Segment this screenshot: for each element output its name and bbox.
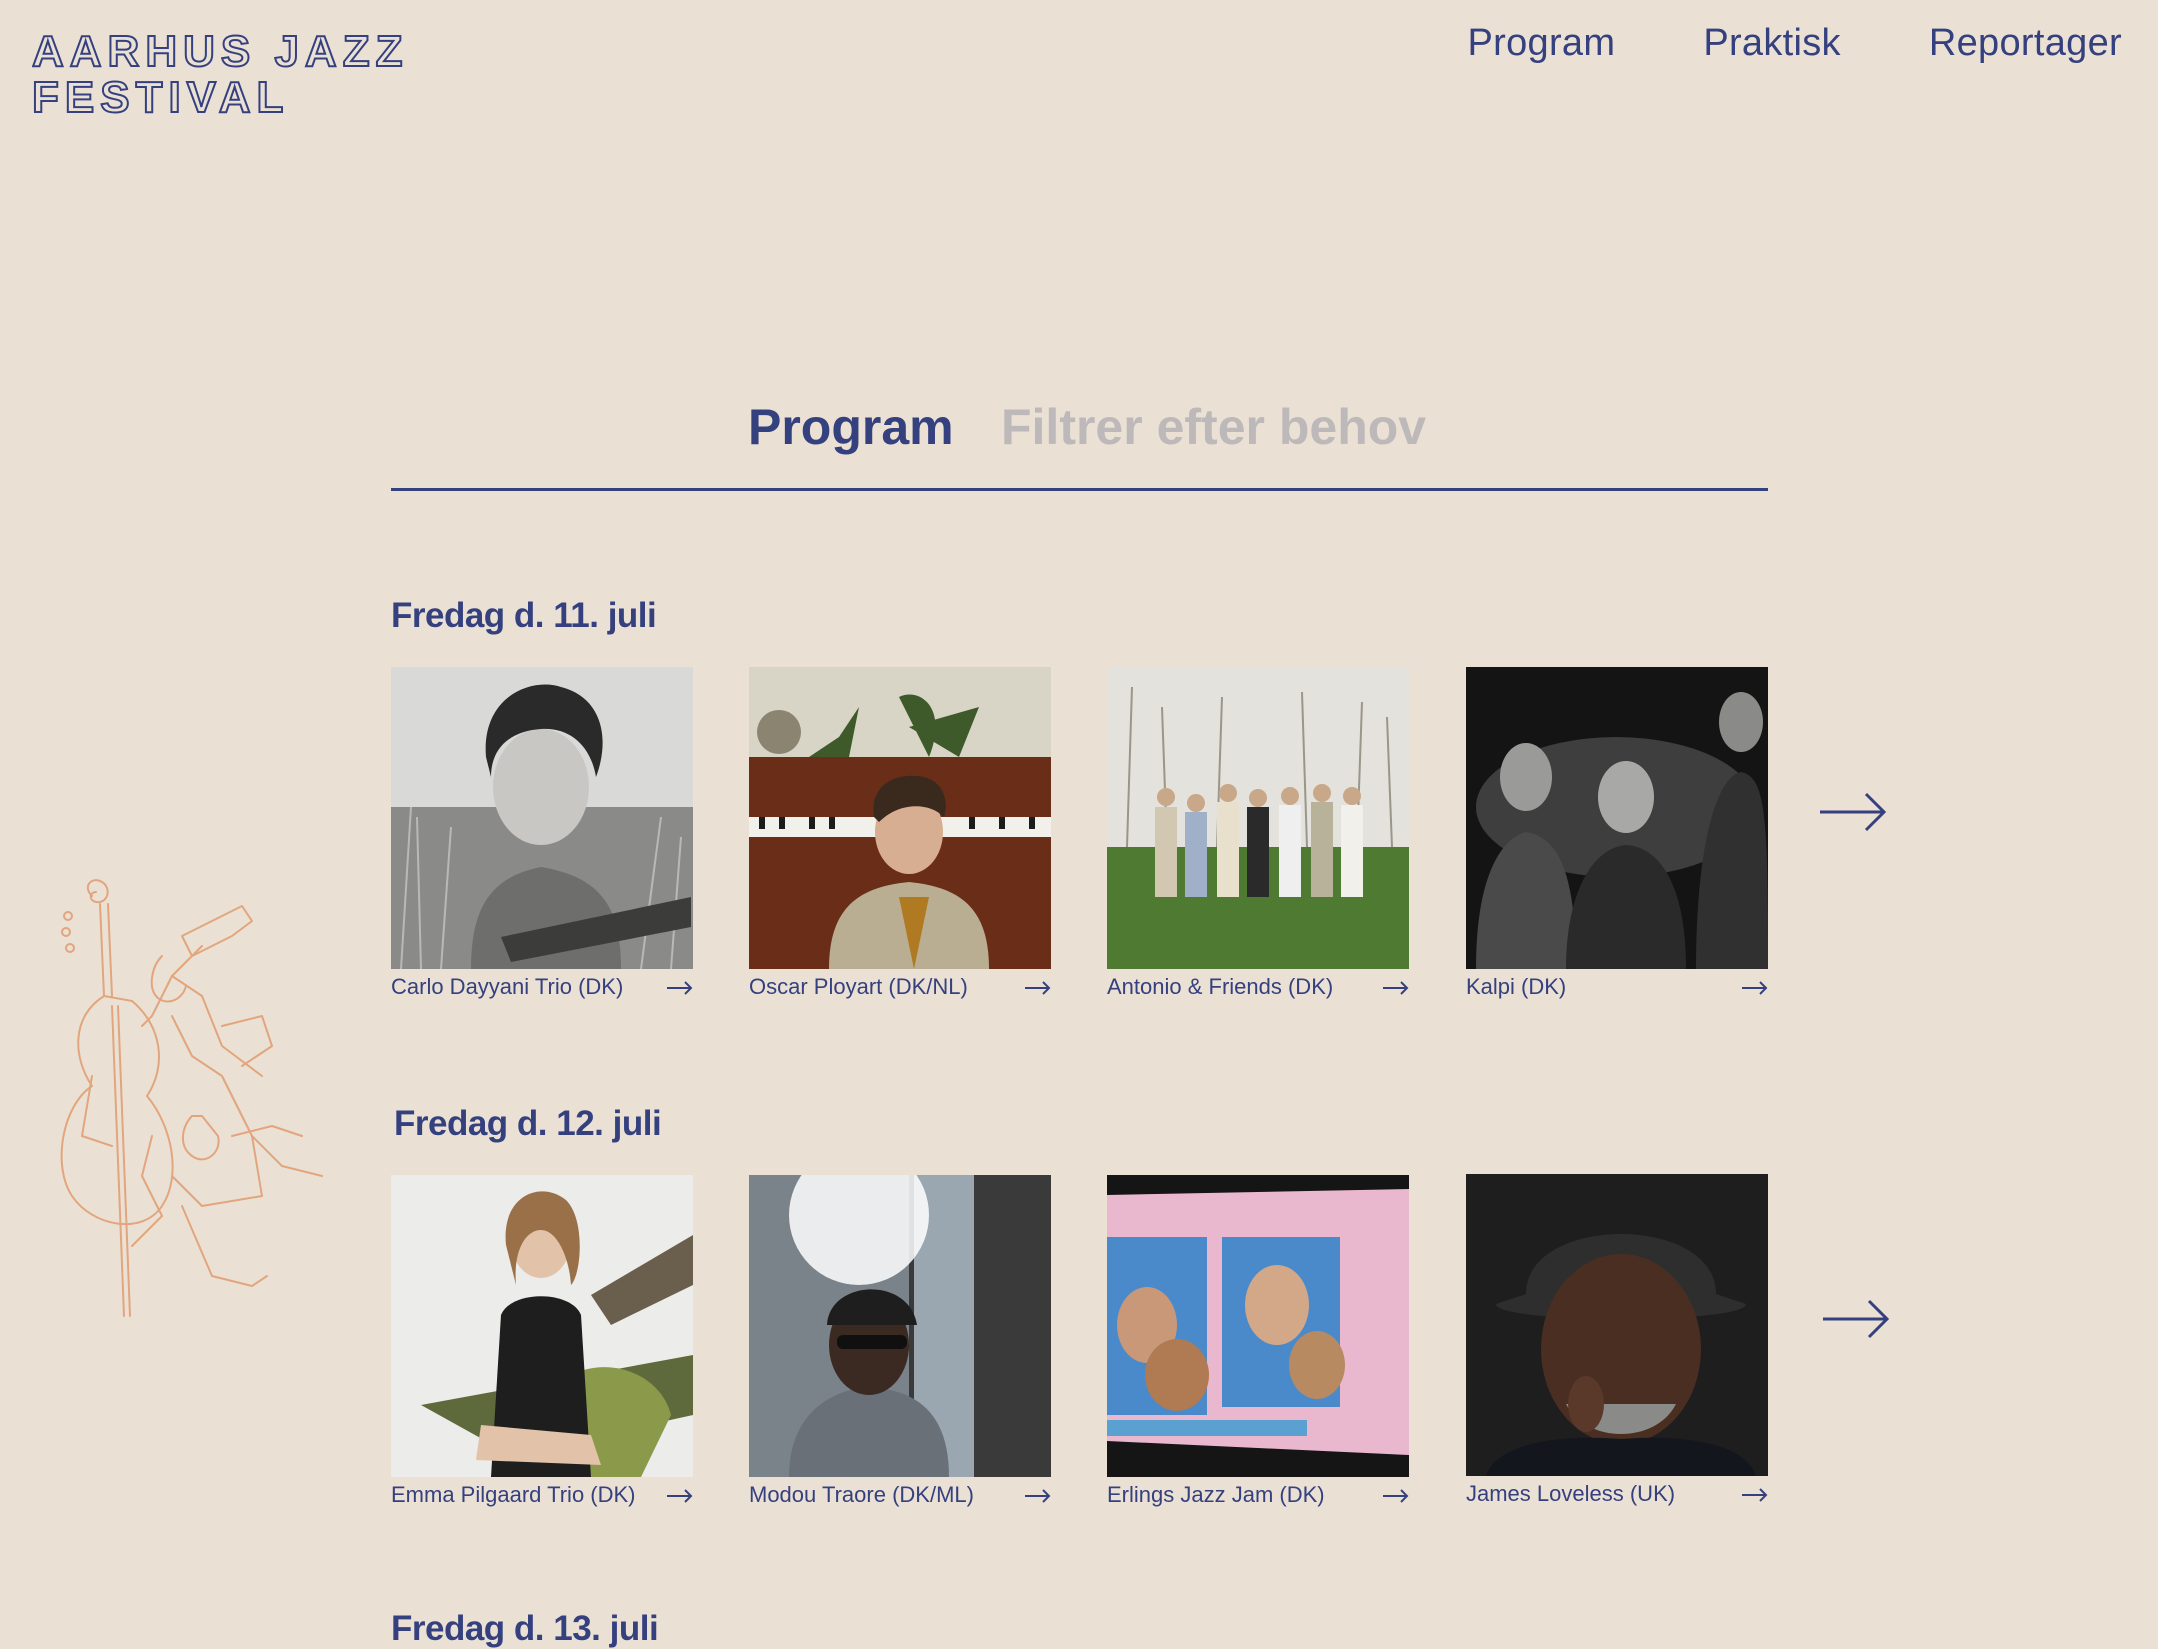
artist-photo bbox=[1466, 1174, 1768, 1476]
artist-name: Emma Pilgaard Trio (DK) bbox=[391, 1482, 636, 1507]
artist-name: Antonio & Friends (DK) bbox=[1107, 974, 1334, 999]
arrow-right-icon bbox=[1383, 981, 1409, 995]
artist-name: Oscar Ployart (DK/NL) bbox=[749, 974, 968, 999]
day-heading-1: Fredag d. 11. juli bbox=[391, 596, 657, 635]
artist-photo bbox=[391, 1175, 693, 1477]
arrow-right-icon bbox=[667, 1489, 693, 1503]
logo-line-1: AARHUS JAZZ bbox=[32, 30, 408, 76]
artist-photo bbox=[391, 667, 693, 969]
tab-program[interactable]: Program bbox=[748, 398, 954, 456]
tab-filter[interactable]: Filtrer efter behov bbox=[1001, 398, 1426, 456]
nav-praktisk[interactable]: Praktisk bbox=[1703, 22, 1841, 65]
day-heading-3: Fredag d. 13. juli bbox=[391, 1609, 659, 1648]
arrow-right-icon bbox=[1383, 1489, 1409, 1503]
artist-card[interactable]: Erlings Jazz Jam (DK) bbox=[1107, 1175, 1409, 1513]
artist-card[interactable]: James Loveless (UK) bbox=[1466, 1174, 1768, 1512]
artist-name: Kalpi (DK) bbox=[1466, 974, 1567, 999]
artist-card[interactable]: Emma Pilgaard Trio (DK) bbox=[391, 1175, 693, 1513]
jazz-musicians-illustration bbox=[52, 876, 372, 1341]
artist-name: Modou Traore (DK/ML) bbox=[749, 1482, 974, 1507]
row-next-arrow-icon[interactable] bbox=[1820, 792, 1886, 832]
artist-card[interactable]: Carlo Dayyani Trio (DK) bbox=[391, 667, 693, 1005]
arrow-right-icon bbox=[1025, 1489, 1051, 1503]
artist-name: Carlo Dayyani Trio (DK) bbox=[391, 974, 624, 999]
logo-line-2: FESTIVAL bbox=[32, 73, 289, 116]
festival-logo[interactable]: AARHUS JAZZ FESTIVAL bbox=[32, 30, 472, 116]
nav-program[interactable]: Program bbox=[1468, 22, 1616, 65]
artist-name: James Loveless (UK) bbox=[1466, 1481, 1676, 1506]
artist-photo bbox=[1107, 1175, 1409, 1477]
arrow-right-icon bbox=[1742, 1488, 1768, 1502]
logo-wordmark: AARHUS JAZZ FESTIVAL bbox=[32, 30, 408, 116]
artist-photo bbox=[749, 1175, 1051, 1477]
artist-card[interactable]: Modou Traore (DK/ML) bbox=[749, 1175, 1051, 1513]
artist-name: Erlings Jazz Jam (DK) bbox=[1107, 1482, 1325, 1507]
day-heading-2: Fredag d. 12. juli bbox=[394, 1104, 662, 1143]
artist-card[interactable]: Kalpi (DK) bbox=[1466, 667, 1768, 1005]
arrow-right-icon bbox=[1742, 981, 1768, 995]
row-next-arrow-icon[interactable] bbox=[1823, 1299, 1889, 1339]
artist-card[interactable]: Antonio & Friends (DK) bbox=[1107, 667, 1409, 1005]
artist-photo bbox=[749, 667, 1051, 969]
artist-card[interactable]: Oscar Ployart (DK/NL) bbox=[749, 667, 1051, 1005]
main-nav: Program Praktisk Reportager bbox=[1468, 22, 2122, 65]
artist-photo bbox=[1107, 667, 1409, 969]
arrow-right-icon bbox=[1025, 981, 1051, 995]
artist-photo bbox=[1466, 667, 1768, 969]
nav-reportager[interactable]: Reportager bbox=[1929, 22, 2122, 65]
arrow-right-icon bbox=[667, 981, 693, 995]
program-tabs: Program Filtrer efter behov bbox=[391, 388, 1768, 491]
